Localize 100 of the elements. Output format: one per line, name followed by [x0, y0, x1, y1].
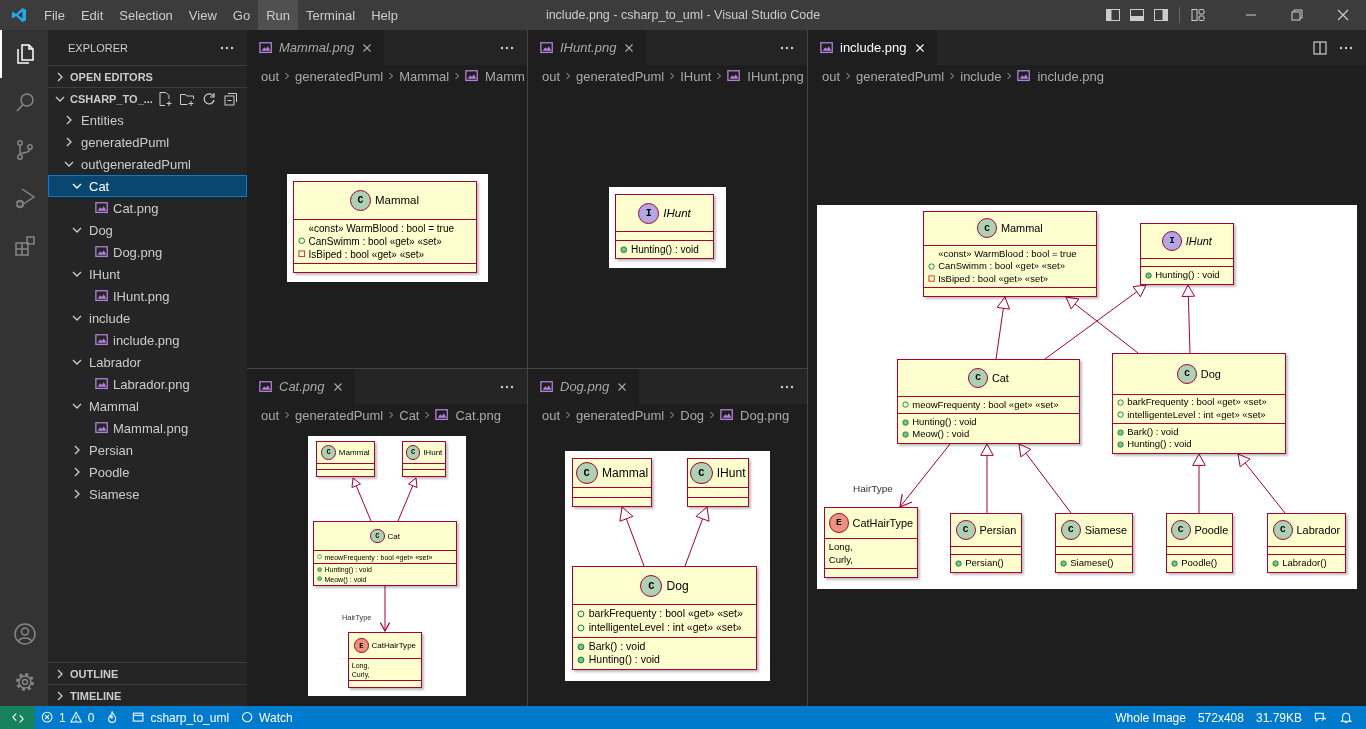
breadcrumb-item[interactable]: out	[261, 407, 280, 423]
class-name: Mammal	[602, 466, 649, 481]
explorer-png[interactable]: Cat.png	[48, 197, 247, 219]
class-name: Labrador	[1296, 523, 1341, 536]
member-text: intelligenteLevel : int «get» «set»	[588, 620, 742, 635]
split-editor-icon[interactable]	[1312, 39, 1328, 56]
section-header[interactable]: OPEN EDITORS	[48, 65, 247, 87]
toggle-panel-icon[interactable]	[1129, 7, 1145, 23]
explorer-folder[interactable]: IHunt	[48, 263, 247, 285]
layout-icon[interactable]	[1190, 7, 1206, 23]
breadcrumb-item[interactable]: out	[542, 407, 561, 423]
member-text: Hunting() : void	[588, 653, 660, 667]
member-text: IsBiped : bool «get» «set»	[308, 247, 425, 261]
menu-item[interactable]: Edit	[72, 0, 112, 30]
explorer-png[interactable]: IHunt.png	[48, 285, 247, 307]
menu-item[interactable]: View	[180, 0, 225, 30]
class-name: Cat	[387, 531, 400, 541]
breadcrumb-item[interactable]: out	[261, 68, 280, 84]
breadcrumb-item[interactable]: generatedPuml	[576, 68, 665, 84]
remote-icon	[10, 710, 25, 725]
explorer-folder[interactable]: Persian	[48, 439, 247, 461]
explorer-folder[interactable]: Poodle	[48, 461, 247, 483]
editor-tab[interactable]: Mammal.png	[247, 30, 385, 65]
breadcrumb-item[interactable]: include.png	[1017, 68, 1104, 84]
class-name: Cat	[991, 371, 1009, 384]
menu-item[interactable]: Run	[258, 0, 298, 30]
search-icon[interactable]	[13, 90, 37, 114]
explorer-folder[interactable]: include	[48, 307, 247, 329]
explorer-png[interactable]: include.png	[48, 329, 247, 351]
breadcrumb-item[interactable]: Dog.png	[720, 407, 790, 423]
toggle-sidebar-icon[interactable]	[1105, 7, 1121, 23]
sidebar-title: EXPLORER	[68, 41, 128, 54]
close-icon[interactable]	[1335, 7, 1351, 23]
explorer-folder[interactable]: Cat	[48, 175, 247, 197]
explorer-folder[interactable]: generatedPuml	[48, 131, 247, 153]
class-name: Mammal	[1000, 222, 1043, 235]
folder-status[interactable]: csharp_to_uml	[126, 706, 236, 729]
member-text: «const» WarmBlood : bool = true	[938, 248, 1077, 261]
error-icon	[41, 710, 55, 725]
menu-item[interactable]: Terminal	[298, 0, 364, 30]
public-method-icon	[620, 245, 628, 254]
breadcrumb-item[interactable]: generatedPuml	[295, 407, 384, 423]
bell-icon[interactable]	[1340, 710, 1354, 725]
section-header[interactable]: CSHARP_TO_...	[48, 87, 247, 109]
breadcrumb-item[interactable]: IHunt.png	[727, 68, 804, 84]
explorer-folder[interactable]: Mammal	[48, 395, 247, 417]
breadcrumb-item[interactable]: Mammal	[399, 68, 450, 84]
status-item[interactable]: Whole Image	[1109, 706, 1192, 729]
class-type-badge: C	[1060, 519, 1081, 540]
explorer-folder[interactable]: Entities	[48, 109, 247, 131]
account-icon[interactable]	[13, 622, 37, 646]
run-debug-icon[interactable]	[13, 186, 37, 210]
editor-tab[interactable]: include.png	[808, 30, 937, 65]
explorer-png[interactable]: Mammal.png	[48, 417, 247, 439]
settings-icon[interactable]	[13, 670, 37, 694]
breadcrumb-item[interactable]: include	[960, 68, 1002, 84]
restore-icon[interactable]	[1289, 7, 1305, 23]
problems-status[interactable]: 1 0	[35, 706, 101, 729]
breadcrumb-item[interactable]: Dog	[680, 407, 705, 423]
collapse-all-icon[interactable]	[223, 90, 239, 107]
editor-tab[interactable]: Cat.png	[247, 369, 355, 404]
breadcrumb-item[interactable]: generatedPuml	[576, 407, 665, 423]
breadcrumb-item[interactable]: Cat.png	[435, 407, 502, 423]
new-file-icon[interactable]	[157, 90, 173, 107]
explorer-folder[interactable]: out\generatedPuml	[48, 153, 247, 175]
breadcrumb-item[interactable]: IHunt	[680, 68, 712, 84]
image-file-icon	[95, 245, 109, 259]
feedback-icon[interactable]	[1314, 710, 1328, 725]
status-item[interactable]: 572x408	[1191, 706, 1250, 729]
explorer-png[interactable]: Dog.png	[48, 241, 247, 263]
member-text: Hunting() : void	[912, 415, 977, 429]
editor-tab[interactable]: Dog.png	[528, 369, 640, 404]
editor-tab[interactable]: IHunt.png	[528, 30, 647, 65]
menu-item[interactable]: Selection	[111, 0, 181, 30]
explorer-folder[interactable]: Siamese	[48, 483, 247, 505]
explorer-png[interactable]: Labrador.png	[48, 373, 247, 395]
menu-item[interactable]: Go	[224, 0, 259, 30]
breadcrumb-item[interactable]: generatedPuml	[856, 68, 945, 84]
toggle-secondary-sidebar-icon[interactable]	[1153, 7, 1169, 23]
watch-status[interactable]: Watch	[235, 706, 299, 729]
menu-item[interactable]: File	[36, 0, 73, 30]
class-name: CatHairType	[852, 516, 914, 529]
member-text: Siamese()	[1070, 557, 1114, 570]
breadcrumb-item[interactable]: out	[822, 68, 841, 84]
breadcrumb-item[interactable]: Mamm	[465, 68, 525, 84]
status-item[interactable]: 31.79KB	[1249, 706, 1308, 729]
section-header[interactable]: OUTLINE	[48, 662, 247, 684]
explorer-folder[interactable]: Labrador	[48, 351, 247, 373]
class-name: Dog	[666, 578, 689, 593]
remote-button[interactable]	[0, 706, 35, 729]
menu-item[interactable]: Help	[363, 0, 406, 30]
warning-count: 0	[87, 710, 95, 725]
explorer-folder[interactable]: Dog	[48, 219, 247, 241]
breadcrumb-item[interactable]: generatedPuml	[295, 68, 384, 84]
error-count: 1	[59, 710, 66, 725]
breadcrumb-item[interactable]: out	[542, 68, 561, 84]
extensions-icon[interactable]	[13, 234, 37, 258]
breadcrumb-item[interactable]: Cat	[399, 407, 420, 423]
refresh-icon[interactable]	[201, 90, 217, 107]
app-logo-icon	[11, 7, 27, 23]
